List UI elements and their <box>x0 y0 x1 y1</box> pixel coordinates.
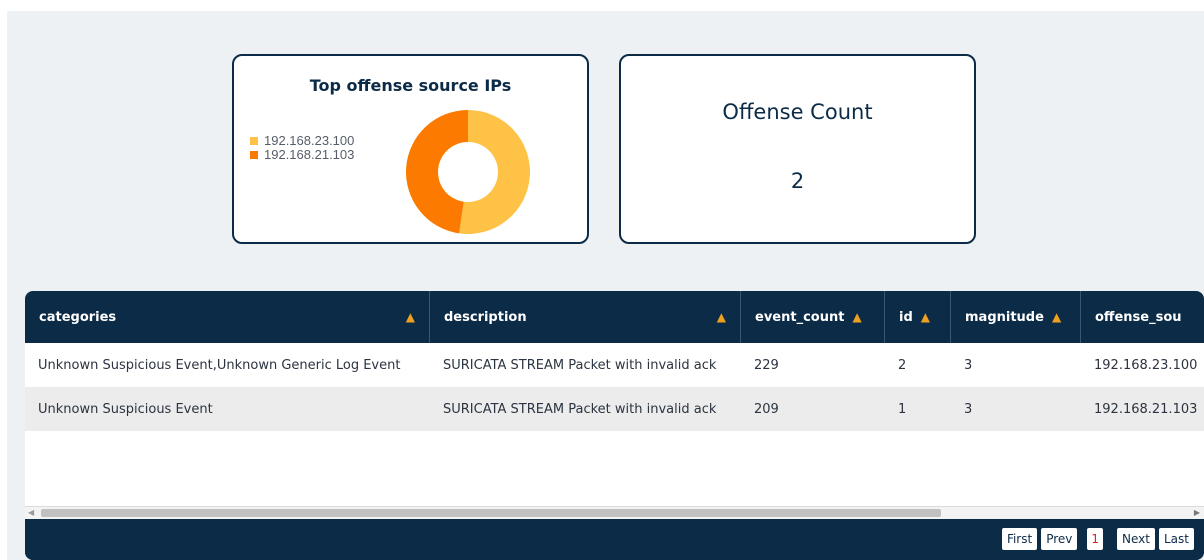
next-page-button[interactable]: Next <box>1117 528 1155 550</box>
offenses-table: categories ▲ description ▲ event_count ▲… <box>25 291 1204 560</box>
current-page-button[interactable]: 1 <box>1087 528 1104 550</box>
column-header-event-count[interactable]: event_count ▲ <box>741 291 885 343</box>
pagination-bar: First Prev 1 Next Last <box>25 519 1204 560</box>
pagination-controls: First Prev 1 Next Last <box>1001 528 1194 550</box>
sort-asc-icon[interactable]: ▲ <box>406 310 415 324</box>
cell-event-count: 209 <box>754 401 779 417</box>
legend-item[interactable]: 192.168.23.100 <box>250 134 354 148</box>
cell-categories: Unknown Suspicious Event,Unknown Generic… <box>38 357 401 373</box>
scroll-right-arrow-icon[interactable]: ▶ <box>1194 508 1200 517</box>
donut-slice-192-168-23-100[interactable] <box>459 110 530 234</box>
cell-id: 2 <box>898 357 907 373</box>
last-page-button[interactable]: Last <box>1159 528 1194 550</box>
offense-count-value: 2 <box>790 169 805 193</box>
table-body: Unknown Suspicious Event,Unknown Generic… <box>25 343 1204 506</box>
donut-chart[interactable] <box>404 108 532 236</box>
legend-swatch <box>250 151 258 159</box>
legend-label: 192.168.21.103 <box>264 147 355 162</box>
column-header-description[interactable]: description ▲ <box>430 291 741 343</box>
offense-count-card: Offense Count 2 <box>619 54 976 244</box>
cell-categories: Unknown Suspicious Event <box>38 401 213 417</box>
cell-description: SURICATA STREAM Packet with invalid ack <box>443 401 717 417</box>
cell-event-count: 229 <box>754 357 779 373</box>
column-header-offense-source[interactable]: offense_sou <box>1081 291 1204 343</box>
top-offense-source-ips-card: Top offense source IPs 192.168.23.100 19… <box>232 54 589 244</box>
cell-description: SURICATA STREAM Packet with invalid ack <box>443 357 717 373</box>
sort-asc-icon[interactable]: ▲ <box>852 310 861 324</box>
dashboard-canvas: Top offense source IPs 192.168.23.100 19… <box>7 11 1204 560</box>
column-label: id <box>899 309 913 325</box>
sort-asc-icon[interactable]: ▲ <box>921 310 930 324</box>
cell-offense-source: 192.168.21.103 <box>1094 401 1198 417</box>
donut-slice-192-168-21-103[interactable] <box>405 110 468 234</box>
legend-item[interactable]: 192.168.21.103 <box>250 148 354 162</box>
table-row[interactable]: Unknown Suspicious Event,Unknown Generic… <box>25 343 1204 387</box>
prev-page-button[interactable]: Prev <box>1041 528 1078 550</box>
offense-count-title: Offense Count <box>722 100 873 124</box>
horizontal-scrollbar[interactable]: ◀ ▶ <box>25 506 1204 519</box>
column-label: event_count <box>755 309 845 325</box>
column-header-categories[interactable]: categories ▲ <box>25 291 430 343</box>
column-label: categories <box>39 309 117 325</box>
table-header: categories ▲ description ▲ event_count ▲… <box>25 291 1204 343</box>
sort-asc-icon[interactable]: ▲ <box>717 310 726 324</box>
legend-label: 192.168.23.100 <box>264 133 355 148</box>
first-page-button[interactable]: First <box>1001 528 1038 550</box>
column-header-id[interactable]: id ▲ <box>885 291 951 343</box>
pie-legend: 192.168.23.100 192.168.21.103 <box>250 134 354 162</box>
legend-swatch <box>250 137 258 145</box>
column-header-magnitude[interactable]: magnitude ▲ <box>951 291 1081 343</box>
column-label: magnitude <box>965 309 1044 325</box>
column-label: offense_sou <box>1095 309 1182 325</box>
cell-offense-source: 192.168.23.100 <box>1094 357 1198 373</box>
column-label: description <box>444 309 527 325</box>
table-row[interactable]: Unknown Suspicious Event SURICATA STREAM… <box>25 387 1204 431</box>
cell-magnitude: 3 <box>964 401 973 417</box>
scrollbar-thumb[interactable] <box>41 509 941 517</box>
sort-asc-icon[interactable]: ▲ <box>1052 310 1061 324</box>
scroll-left-arrow-icon[interactable]: ◀ <box>28 508 34 517</box>
cell-id: 1 <box>898 401 907 417</box>
cell-magnitude: 3 <box>964 357 973 373</box>
pie-card-title: Top offense source IPs <box>309 76 512 95</box>
